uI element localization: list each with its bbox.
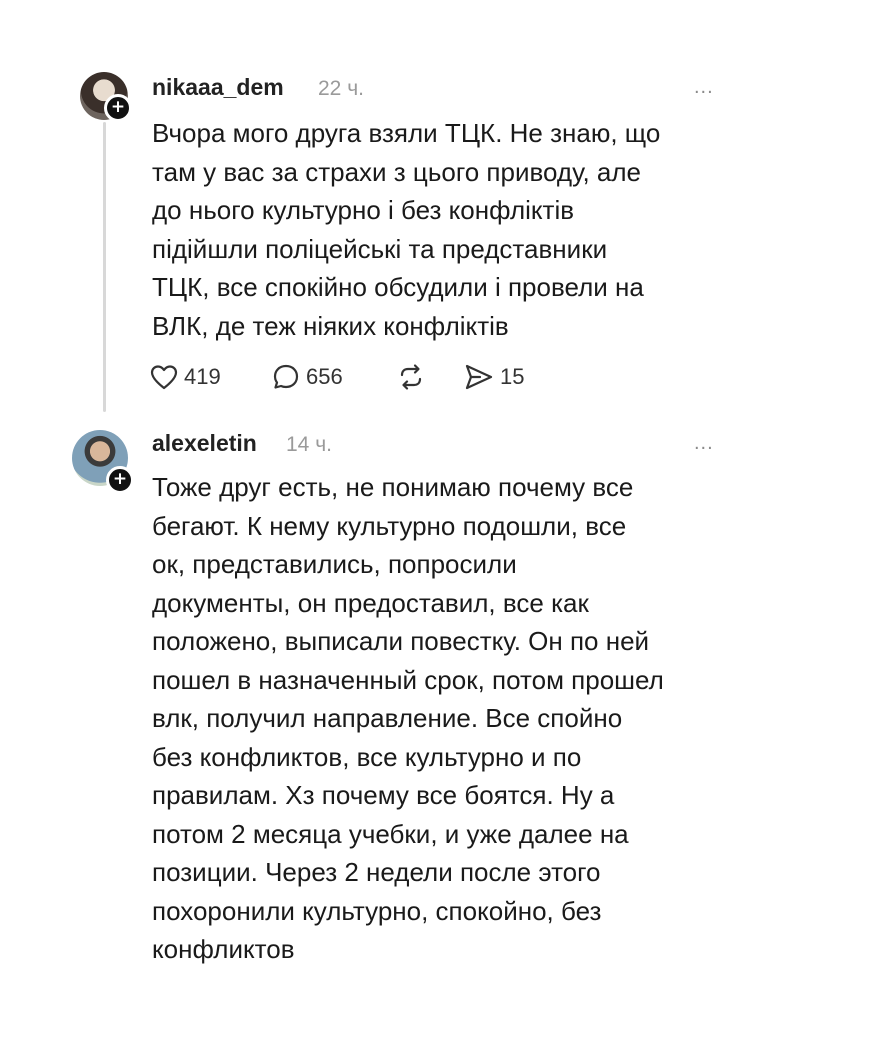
thread-line	[103, 122, 106, 412]
repost-icon	[400, 364, 422, 390]
share-count: 15	[500, 364, 525, 389]
send-icon	[465, 364, 493, 390]
timestamp: 22 ч.	[318, 77, 364, 100]
username[interactable]: alexeletin	[152, 430, 257, 457]
heart-icon	[150, 365, 178, 390]
follow-plus-icon[interactable]: +	[104, 94, 132, 122]
like-button[interactable]: 419	[150, 360, 221, 394]
username[interactable]: nikaaa_dem	[152, 74, 284, 101]
comment-text: Вчора мого друга взяли ТЦК. Не знаю, що …	[152, 118, 661, 341]
follow-plus-icon[interactable]: +	[106, 466, 134, 494]
avatar[interactable]: +	[80, 72, 132, 122]
reply-count: 656	[306, 364, 343, 389]
like-count: 419	[184, 364, 221, 389]
comment-icon	[273, 364, 299, 389]
repost-button[interactable]	[396, 360, 426, 394]
reply-button[interactable]: 656	[272, 360, 343, 394]
more-options-icon[interactable]: ...	[694, 432, 714, 455]
comment-text: Тоже друг есть, не понимаю почему все бе…	[152, 472, 664, 964]
avatar[interactable]: +	[72, 430, 134, 494]
timestamp: 14 ч.	[286, 433, 332, 456]
share-button[interactable]: 15	[464, 360, 524, 394]
more-options-icon[interactable]: ...	[694, 76, 714, 99]
